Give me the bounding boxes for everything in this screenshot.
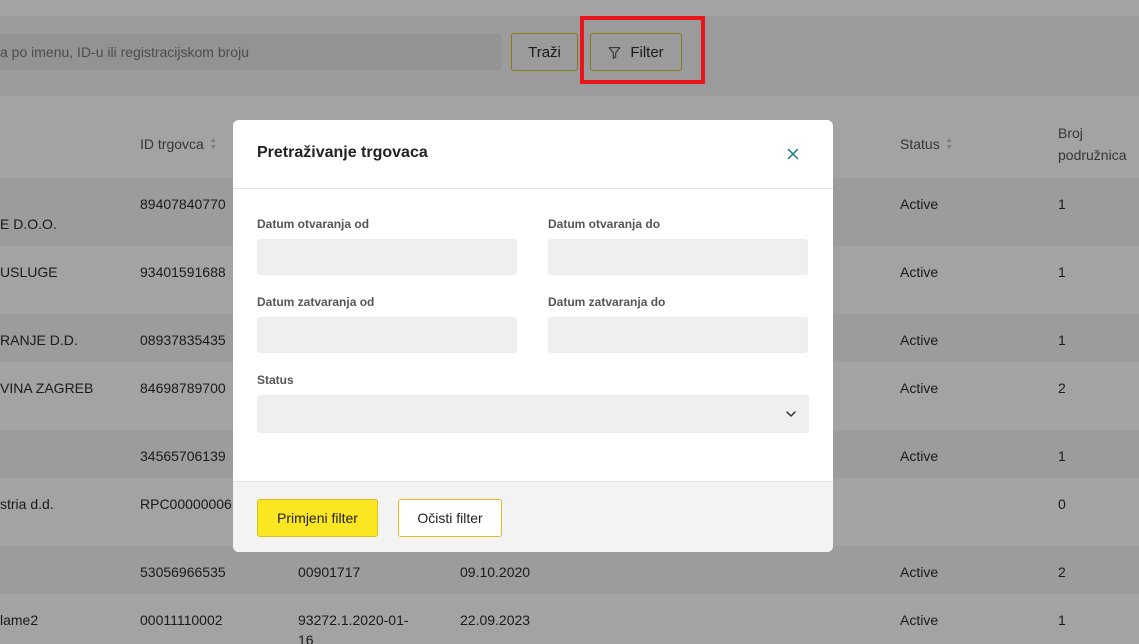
- close-to-input[interactable]: [548, 317, 808, 353]
- open-from-label: Datum otvaranja od: [257, 217, 370, 231]
- modal-title: Pretraživanje trgovaca: [257, 144, 428, 161]
- status-label: Status: [257, 373, 294, 387]
- modal-footer: Primjeni filter Očisti filter: [233, 481, 833, 552]
- status-select[interactable]: [257, 395, 809, 433]
- close-icon: [787, 148, 799, 160]
- chevron-down-icon: [786, 411, 796, 417]
- close-button[interactable]: [783, 144, 803, 164]
- open-to-label: Datum otvaranja do: [548, 217, 661, 231]
- open-to-input[interactable]: [548, 239, 808, 275]
- close-from-label: Datum zatvaranja od: [257, 295, 375, 309]
- filter-modal: Pretraživanje trgovaca Datum otvaranja o…: [233, 120, 833, 552]
- open-from-input[interactable]: [257, 239, 517, 275]
- apply-filter-button[interactable]: Primjeni filter: [257, 499, 378, 537]
- close-to-label: Datum zatvaranja do: [548, 295, 666, 309]
- modal-header: Pretraživanje trgovaca: [233, 120, 833, 189]
- close-from-input[interactable]: [257, 317, 517, 353]
- clear-filter-button[interactable]: Očisti filter: [398, 499, 502, 537]
